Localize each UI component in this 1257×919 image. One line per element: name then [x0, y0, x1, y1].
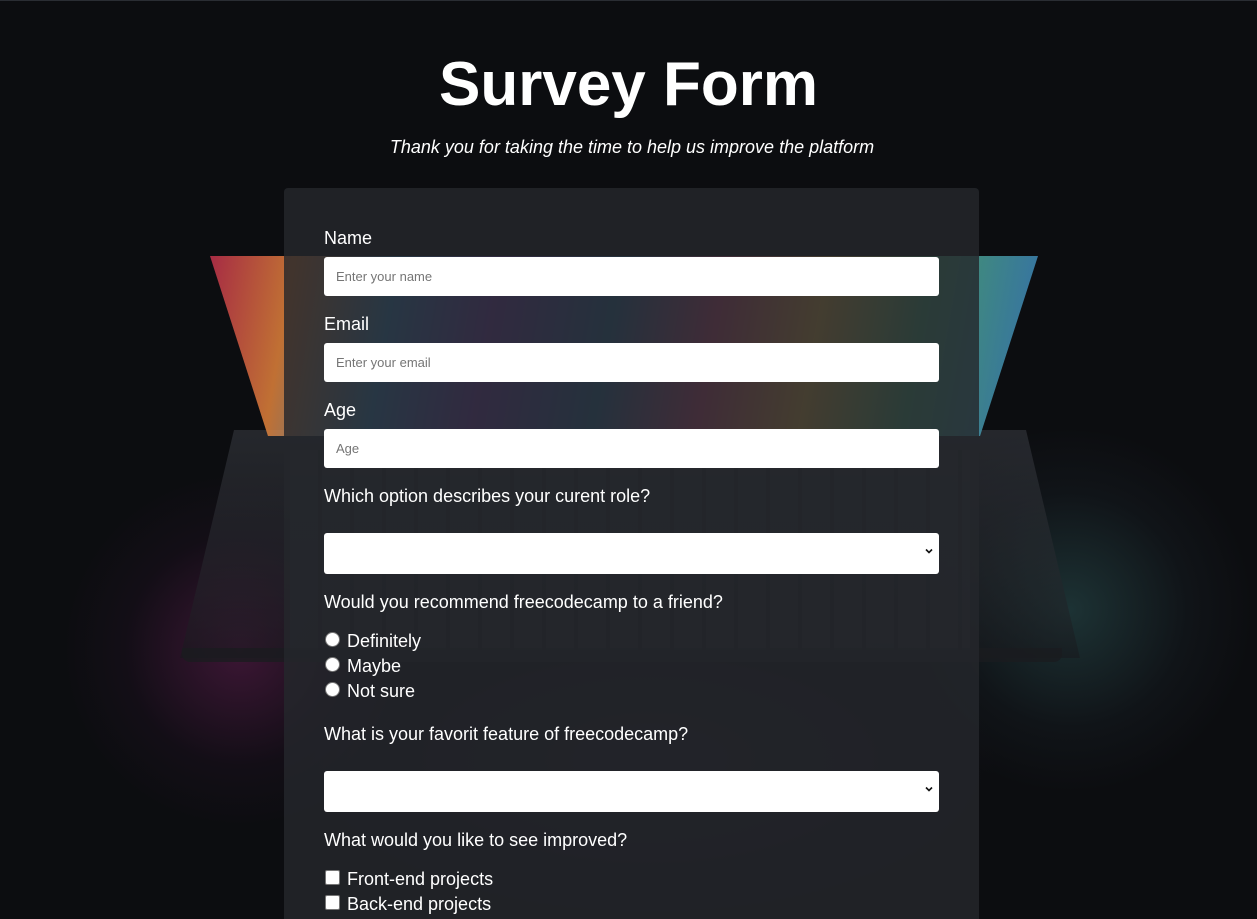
checkbox[interactable] [325, 869, 340, 885]
chevron-down-icon [925, 548, 933, 554]
improve-option-label: Front-end projects [347, 868, 494, 889]
radio-button[interactable] [325, 681, 340, 697]
radio-button[interactable] [325, 631, 340, 647]
recommend-option-label: Definitely [347, 630, 422, 651]
feature-dropdown[interactable] [324, 771, 939, 812]
chevron-down-icon [925, 786, 933, 792]
recommend-option-label: Not sure [347, 680, 416, 701]
name-label: Name [324, 228, 373, 248]
improve-option-back-end[interactable]: Back-end projects [324, 893, 491, 915]
radio-button[interactable] [325, 656, 340, 672]
page-description: Thank you for taking the time to help us… [389, 137, 875, 157]
recommend-option-maybe[interactable]: Maybe [324, 655, 401, 677]
checkbox[interactable] [325, 894, 340, 910]
role-dropdown[interactable] [324, 533, 939, 574]
age-label: Age [324, 400, 357, 420]
feature-label: What is your favorit feature of freecode… [324, 724, 689, 744]
improve-option-front-end[interactable]: Front-end projects [324, 868, 493, 890]
recommend-option-not-sure[interactable]: Not sure [324, 680, 415, 702]
role-label: Which option describes your curent role? [324, 486, 651, 506]
recommend-option-label: Maybe [347, 655, 402, 676]
recommend-label: Would you recommend freecodecamp to a fr… [324, 592, 723, 612]
email-label: Email [324, 314, 370, 334]
page-title: Survey Form [438, 50, 819, 119]
name-input[interactable] [324, 257, 939, 296]
improve-option-label: Back-end projects [347, 893, 492, 914]
age-input[interactable] [324, 429, 939, 468]
recommend-option-definitely[interactable]: Definitely [324, 630, 421, 652]
email-input[interactable] [324, 343, 939, 382]
improve-label: What would you like to see improved? [324, 830, 628, 850]
